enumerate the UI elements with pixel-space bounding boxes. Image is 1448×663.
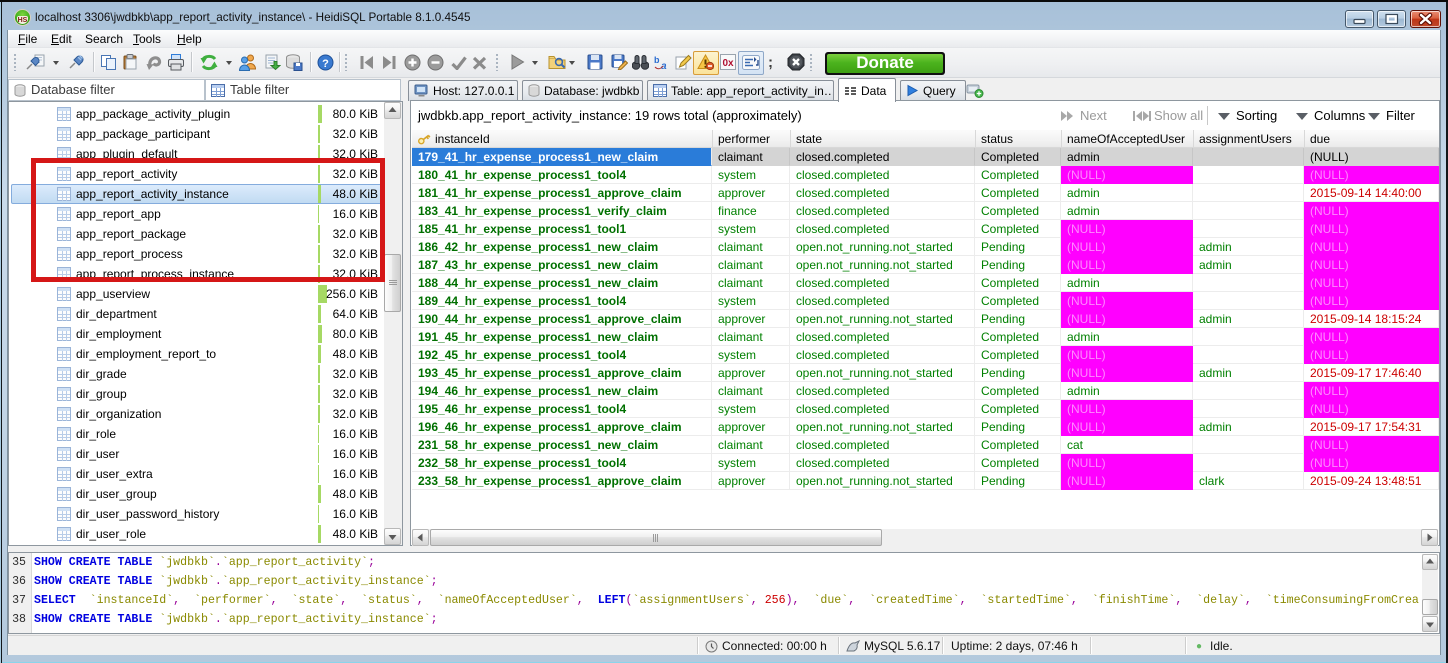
svg-text:0x: 0x: [722, 58, 734, 69]
svg-text:a: a: [661, 61, 667, 70]
svg-text:?: ?: [322, 58, 329, 70]
svg-text:b: b: [654, 55, 660, 65]
svg-text:;: ;: [768, 54, 773, 70]
